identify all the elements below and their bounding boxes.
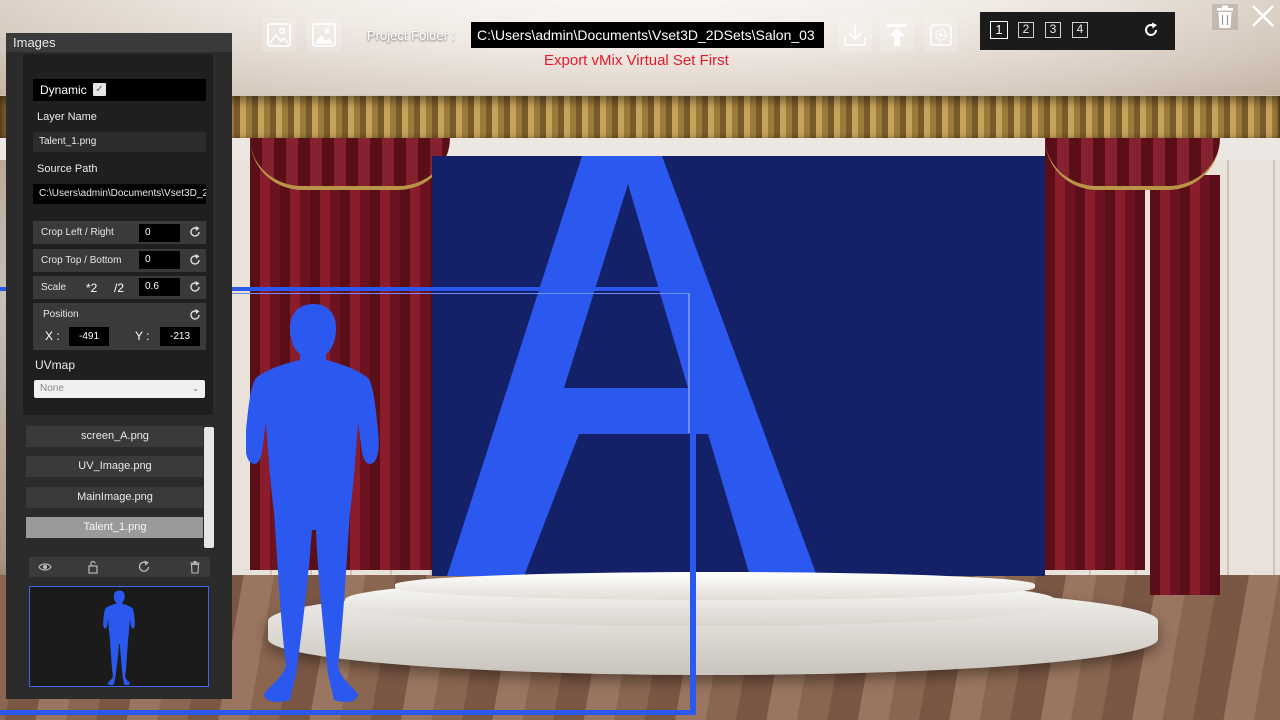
pos-y-label: Y : [135, 329, 150, 343]
list-item-selected[interactable]: Talent_1.png [26, 517, 204, 538]
layer-name-label: Layer Name [37, 111, 97, 123]
page-3-button[interactable]: 3 [1045, 22, 1061, 38]
export-button[interactable] [880, 18, 914, 52]
position-group: Position X : -491 Y : -213 [33, 303, 206, 350]
trash-icon [1217, 5, 1233, 28]
pos-x-label: X : [45, 329, 60, 343]
reset-crop-tb-icon[interactable] [189, 254, 201, 266]
add-image-button[interactable] [262, 18, 296, 52]
talent-silhouette[interactable] [246, 302, 382, 706]
screen-image-a[interactable] [432, 156, 1045, 576]
dynamic-row: Dynamic ✓ [33, 79, 206, 101]
list-item[interactable]: UV_Image.png [26, 456, 204, 477]
crop-lr-input[interactable]: 0 [139, 224, 180, 242]
curtain-right-outer [1150, 175, 1220, 595]
pos-y-input[interactable]: -213 [160, 327, 200, 346]
uvmap-value: None [40, 383, 64, 394]
reset-crop-lr-icon[interactable] [189, 226, 201, 238]
crop-lr-label: Crop Left / Right [41, 227, 114, 238]
trash-icon[interactable] [188, 560, 202, 574]
guide-line-right [690, 433, 696, 715]
refresh-icon[interactable] [1143, 22, 1159, 38]
unlock-icon[interactable] [86, 560, 100, 574]
list-scrollbar[interactable] [204, 427, 214, 548]
crop-tb-row: Crop Top / Bottom 0 [33, 249, 206, 272]
export-warning: Export vMix Virtual Set First [544, 52, 729, 69]
project-folder-label: Project Folder : [367, 28, 456, 43]
list-item[interactable]: screen_A.png [26, 426, 204, 447]
scale-row: Scale *2 /2 0.6 [33, 276, 206, 299]
page-4-button[interactable]: 4 [1072, 22, 1088, 38]
add-dynamic-image-icon [312, 23, 336, 47]
chevron-down-icon: ⌄ [192, 384, 199, 393]
uvmap-select[interactable]: None ⌄ [34, 380, 205, 398]
layer-name-input[interactable]: Talent_1.png [33, 132, 206, 152]
reset-position-icon[interactable] [189, 309, 201, 321]
guide-line-inner [232, 293, 688, 294]
eye-icon[interactable] [38, 560, 52, 574]
source-path-input[interactable]: C:\Users\admin\Documents\Vset3D_2D [33, 184, 206, 204]
dynamic-label: Dynamic [40, 83, 87, 97]
import-button[interactable] [838, 18, 872, 52]
delete-set-button[interactable] [1212, 4, 1238, 30]
thumbnail-silhouette [103, 590, 135, 686]
guide-line-right-thin [688, 293, 690, 433]
export-icon [887, 24, 907, 46]
add-dynamic-image-button[interactable] [307, 18, 341, 52]
uvmap-label: UVmap [35, 358, 76, 372]
page-2-button[interactable]: 2 [1018, 22, 1034, 38]
close-button[interactable] [1249, 2, 1277, 30]
crop-lr-row: Crop Left / Right 0 [33, 221, 206, 244]
add-image-icon [267, 23, 291, 47]
dynamic-checkbox[interactable]: ✓ [93, 83, 106, 96]
pos-x-input[interactable]: -491 [69, 327, 109, 346]
valance-left [250, 138, 450, 190]
images-list: screen_A.png UV_Image.png MainImage.png … [26, 425, 216, 549]
source-path-label: Source Path [37, 163, 98, 175]
settings-button[interactable] [924, 18, 958, 52]
scale-half-button[interactable]: /2 [114, 281, 124, 295]
panel-title: Images [6, 33, 232, 52]
scale-input[interactable]: 0.6 [139, 278, 180, 296]
refresh-icon[interactable] [137, 560, 151, 574]
settings-icon [930, 24, 952, 46]
valance-right [1045, 138, 1220, 190]
position-label: Position [43, 309, 79, 320]
list-item[interactable]: MainImage.png [26, 487, 204, 508]
curtain-right-inner [1045, 140, 1145, 570]
import-icon [844, 25, 866, 46]
crop-tb-input[interactable]: 0 [139, 251, 180, 269]
scale-double-button[interactable]: *2 [86, 281, 97, 295]
guide-line-bottom [0, 710, 696, 715]
page-1-button[interactable]: 1 [990, 21, 1008, 39]
reset-scale-icon[interactable] [189, 281, 201, 293]
stage-top [395, 572, 1035, 600]
project-folder-input[interactable]: C:\Users\admin\Documents\Vset3D_2DSets\S… [471, 22, 824, 48]
page-selector: 1 2 3 4 [980, 12, 1175, 50]
list-actions [29, 557, 210, 577]
scale-label: Scale [41, 282, 67, 293]
layer-thumbnail [29, 586, 209, 687]
close-icon [1252, 5, 1274, 27]
crop-tb-label: Crop Top / Bottom [41, 255, 122, 266]
